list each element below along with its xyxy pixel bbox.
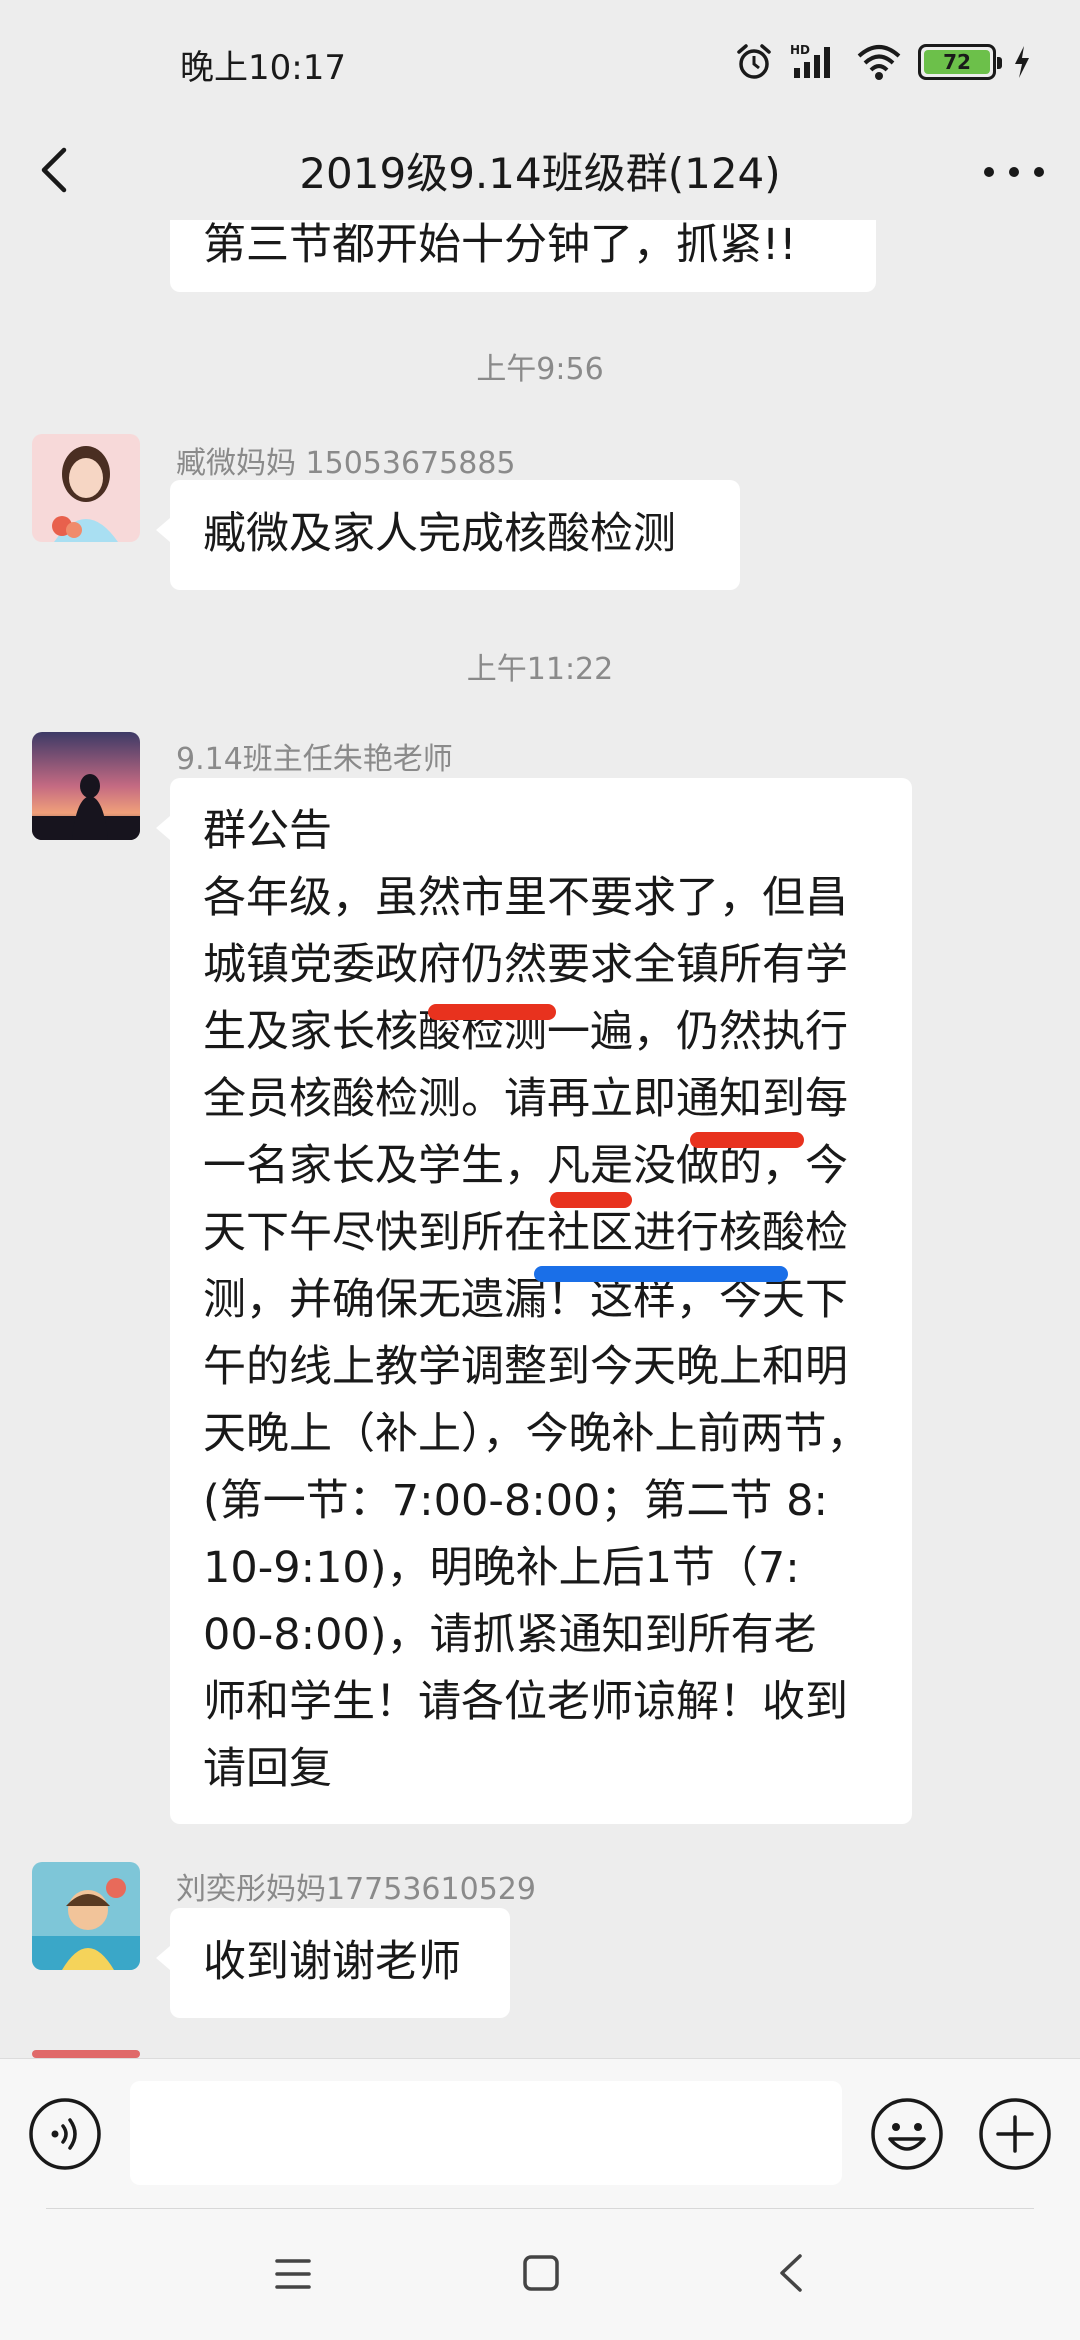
message-bubble[interactable]: 收到谢谢老师 — [156, 1908, 510, 2018]
announcement-line: 00-8:00)，请抓紧通知到所有老 — [203, 1610, 817, 1660]
announcement-line: (第一节：7:00-8:00；第二节 8: — [203, 1476, 828, 1526]
status-time: 晚上10:17 — [180, 48, 346, 88]
announcement-line: 午的线上教学调整到今天晚上和明 — [203, 1342, 848, 1392]
announcement-line: 全员核酸检测。请再立即通知到每 — [203, 1074, 848, 1124]
message-text: 臧微及家人完成核酸检测 — [203, 509, 676, 559]
avatar[interactable] — [32, 732, 140, 840]
voice-icon[interactable] — [28, 2097, 102, 2171]
battery-level: 72 — [924, 50, 990, 74]
announcement-line: 各年级，虽然市里不要求了，但昌 — [203, 873, 848, 923]
message-bubble[interactable]: 臧微及家人完成核酸检测 — [156, 480, 740, 590]
nav-bar — [0, 2208, 1080, 2340]
message-text: 第三节都开始十分钟了，抓紧!! — [203, 220, 797, 270]
status-bar: 晚上10:17 HD 72 — [0, 0, 1080, 120]
home-icon[interactable] — [522, 2254, 560, 2292]
announcement-line: 城镇党委政府仍然要求全镇所有学 — [203, 940, 848, 990]
announcement-line: 天下午尽快到所在社区进行核酸检 — [203, 1208, 848, 1258]
announcement-line: 10-9:10)，明晚补上后1节（7: — [203, 1543, 800, 1593]
announcement-bubble[interactable]: 群公告 各年级，虽然市里不要求了，但昌 城镇党委政府仍然要求全镇所有学 生及家长… — [156, 778, 912, 1824]
announcement-line: 天晚上（补上），今晚补上前两节， — [203, 1409, 870, 1459]
announcement-line: 师和学生！请各位老师谅解！收到 — [203, 1677, 848, 1727]
sender-name: 9.14班主任朱艳老师 — [176, 742, 453, 777]
avatar[interactable] — [32, 434, 140, 542]
red-underline-mark — [690, 1132, 804, 1148]
emoji-icon[interactable] — [870, 2097, 944, 2171]
message-text: 收到谢谢老师 — [203, 1937, 461, 1987]
sender-name: 刘奕彤妈妈17753610529 — [176, 1872, 536, 1907]
avatar[interactable] — [32, 1862, 140, 1970]
chat-title: 2019级9.14班级群(124) — [299, 149, 781, 198]
divider — [46, 2208, 1034, 2209]
red-underline-mark — [550, 1192, 632, 1208]
wifi-icon — [857, 45, 901, 80]
more-icon[interactable] — [984, 144, 1044, 200]
chat-area[interactable]: 第三节都开始十分钟了，抓紧!! 上午9:56 臧微妈妈 15053675885 … — [0, 220, 1080, 2058]
menu-icon[interactable] — [274, 2256, 312, 2292]
sender-name: 臧微妈妈 15053675885 — [176, 446, 516, 481]
timestamp: 上午9:56 — [476, 352, 604, 387]
back-nav-icon[interactable] — [776, 2252, 806, 2294]
timestamp: 上午11:22 — [466, 652, 614, 687]
red-underline-mark — [428, 1004, 556, 1020]
signal-icon: HD — [790, 43, 830, 78]
message-input[interactable] — [130, 2081, 842, 2185]
input-bar — [0, 2058, 1080, 2208]
network-badge: HD — [790, 43, 810, 57]
announcement-line: 请回复 — [203, 1744, 332, 1794]
alarm-icon — [737, 44, 771, 79]
title-bar: 2019级9.14班级群(124) — [0, 120, 1080, 220]
announcement-heading: 群公告 — [203, 806, 332, 856]
blue-underline-mark — [534, 1266, 788, 1282]
battery-icon: 72 — [918, 44, 1002, 80]
message-bubble[interactable]: 第三节都开始十分钟了，抓紧!! — [170, 220, 876, 292]
charging-icon — [1015, 46, 1029, 78]
plus-icon[interactable] — [978, 2097, 1052, 2171]
status-icons: HD 72 — [734, 38, 1032, 86]
avatar[interactable] — [32, 2050, 140, 2058]
